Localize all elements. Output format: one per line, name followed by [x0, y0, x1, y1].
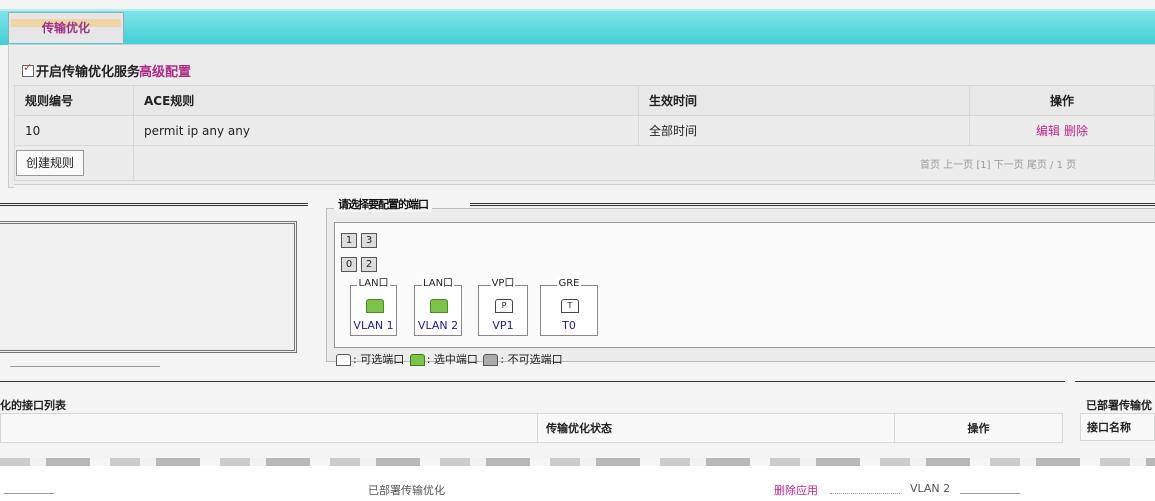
deployed-list-header: 接口名称: [1080, 413, 1155, 441]
scan-artifact-line: [0, 458, 1155, 466]
unselectable-port-legend-icon: [483, 354, 499, 366]
table-header-row: 传输优化状态 操作: [0, 413, 1063, 443]
bottom-status: 已部署传输优化: [368, 484, 445, 497]
section-divider: [14, 184, 1155, 198]
group-label: GRE: [557, 278, 581, 289]
rule-id: 10: [14, 115, 134, 146]
row-operations: 编辑 删除: [969, 115, 1155, 146]
col-ace-rule: ACE规则: [133, 85, 639, 116]
create-rule-button[interactable]: 创建规则: [16, 150, 84, 176]
interface-list-title: 化的接口列表: [0, 399, 66, 412]
divider-line: [470, 203, 1155, 206]
ace-rule: permit ip any any: [133, 115, 639, 146]
edit-link[interactable]: 编辑: [1036, 124, 1060, 138]
port-number-1[interactable]: 1: [341, 233, 357, 248]
tab-transmission-optimization[interactable]: 传输优化: [8, 12, 124, 43]
divider-line: [1075, 381, 1155, 382]
tab-label: 传输优化: [41, 21, 90, 35]
bottom-dash: [960, 493, 1020, 494]
port-panel-title: 请选择要配置的端口: [334, 196, 432, 212]
col-interface: [0, 413, 538, 443]
col-optimization-status: 传输优化状态: [537, 413, 895, 443]
group-value: VLAN 2: [417, 319, 459, 332]
tab-bar: [0, 9, 1155, 45]
port-number-3[interactable]: 3: [361, 233, 377, 248]
left-dash-line: [10, 366, 160, 367]
group-value: VP1: [492, 319, 514, 332]
selected-port-icon[interactable]: [430, 299, 448, 313]
effective-time: 全部时间: [638, 115, 970, 146]
col-rule-id: 规则编号: [14, 85, 134, 116]
table-row: 10 permit ip any any 全部时间 编辑 删除: [14, 115, 1155, 146]
port-group-lan-vlan2[interactable]: LAN口 VLAN 2: [414, 278, 462, 336]
legend-selected: : 选中端口: [426, 353, 478, 366]
group-value: T0: [562, 319, 576, 332]
interface-table: 传输优化状态 操作: [0, 413, 1063, 443]
group-label: LAN口: [421, 278, 455, 289]
bottom-dash: [830, 493, 900, 494]
delete-link[interactable]: 删除: [1064, 124, 1088, 138]
port-number-2[interactable]: 2: [361, 257, 377, 272]
legend-unselectable: : 不可选端口: [500, 353, 563, 366]
group-label: VP口: [490, 278, 516, 289]
table-header-row: 规则编号 ACE规则 生效时间 操作: [14, 85, 1155, 116]
group-label: LAN口: [357, 278, 390, 289]
bottom-interface: VLAN 2: [910, 482, 951, 495]
selected-port-icon[interactable]: [365, 299, 384, 313]
divider-line: [0, 381, 1065, 382]
left-interface-box: [0, 221, 297, 353]
selectable-port-icon[interactable]: P: [495, 299, 513, 313]
group-value: VLAN 1: [353, 319, 394, 332]
col-operations: 操作: [969, 85, 1155, 116]
checkbox-checked-icon[interactable]: [22, 61, 34, 77]
selectable-port-legend-icon: [336, 354, 351, 366]
selected-port-legend-icon: [409, 354, 425, 366]
delete-apply-link[interactable]: 删除应用: [774, 482, 818, 498]
port-group-lan-vlan1[interactable]: LAN口 VLAN 1: [350, 278, 397, 336]
port-legend: : 可选端口 : 选中端口 : 不可选端口: [334, 351, 563, 367]
port-group-vp[interactable]: VP口 P VP1: [478, 278, 528, 336]
port-number-0[interactable]: 0: [341, 257, 357, 272]
divider-line: [0, 203, 308, 206]
enable-service-checkbox[interactable]: 开启传输优化服务: [22, 61, 140, 80]
enable-service-label: 开启传输优化服务: [36, 65, 141, 80]
pagination[interactable]: 首页 上一页 [1] 下一页 尾页 / 1 页: [920, 156, 1076, 171]
col-effective-time: 生效时间: [638, 85, 970, 116]
legend-selectable: : 可选端口: [353, 353, 405, 366]
port-group-gre[interactable]: GRE T T0: [540, 278, 598, 336]
selectable-port-icon[interactable]: T: [561, 299, 579, 313]
advanced-config-link[interactable]: 高级配置: [139, 61, 191, 80]
bottom-dash: [4, 493, 54, 494]
col-operation: 操作: [894, 413, 1063, 443]
